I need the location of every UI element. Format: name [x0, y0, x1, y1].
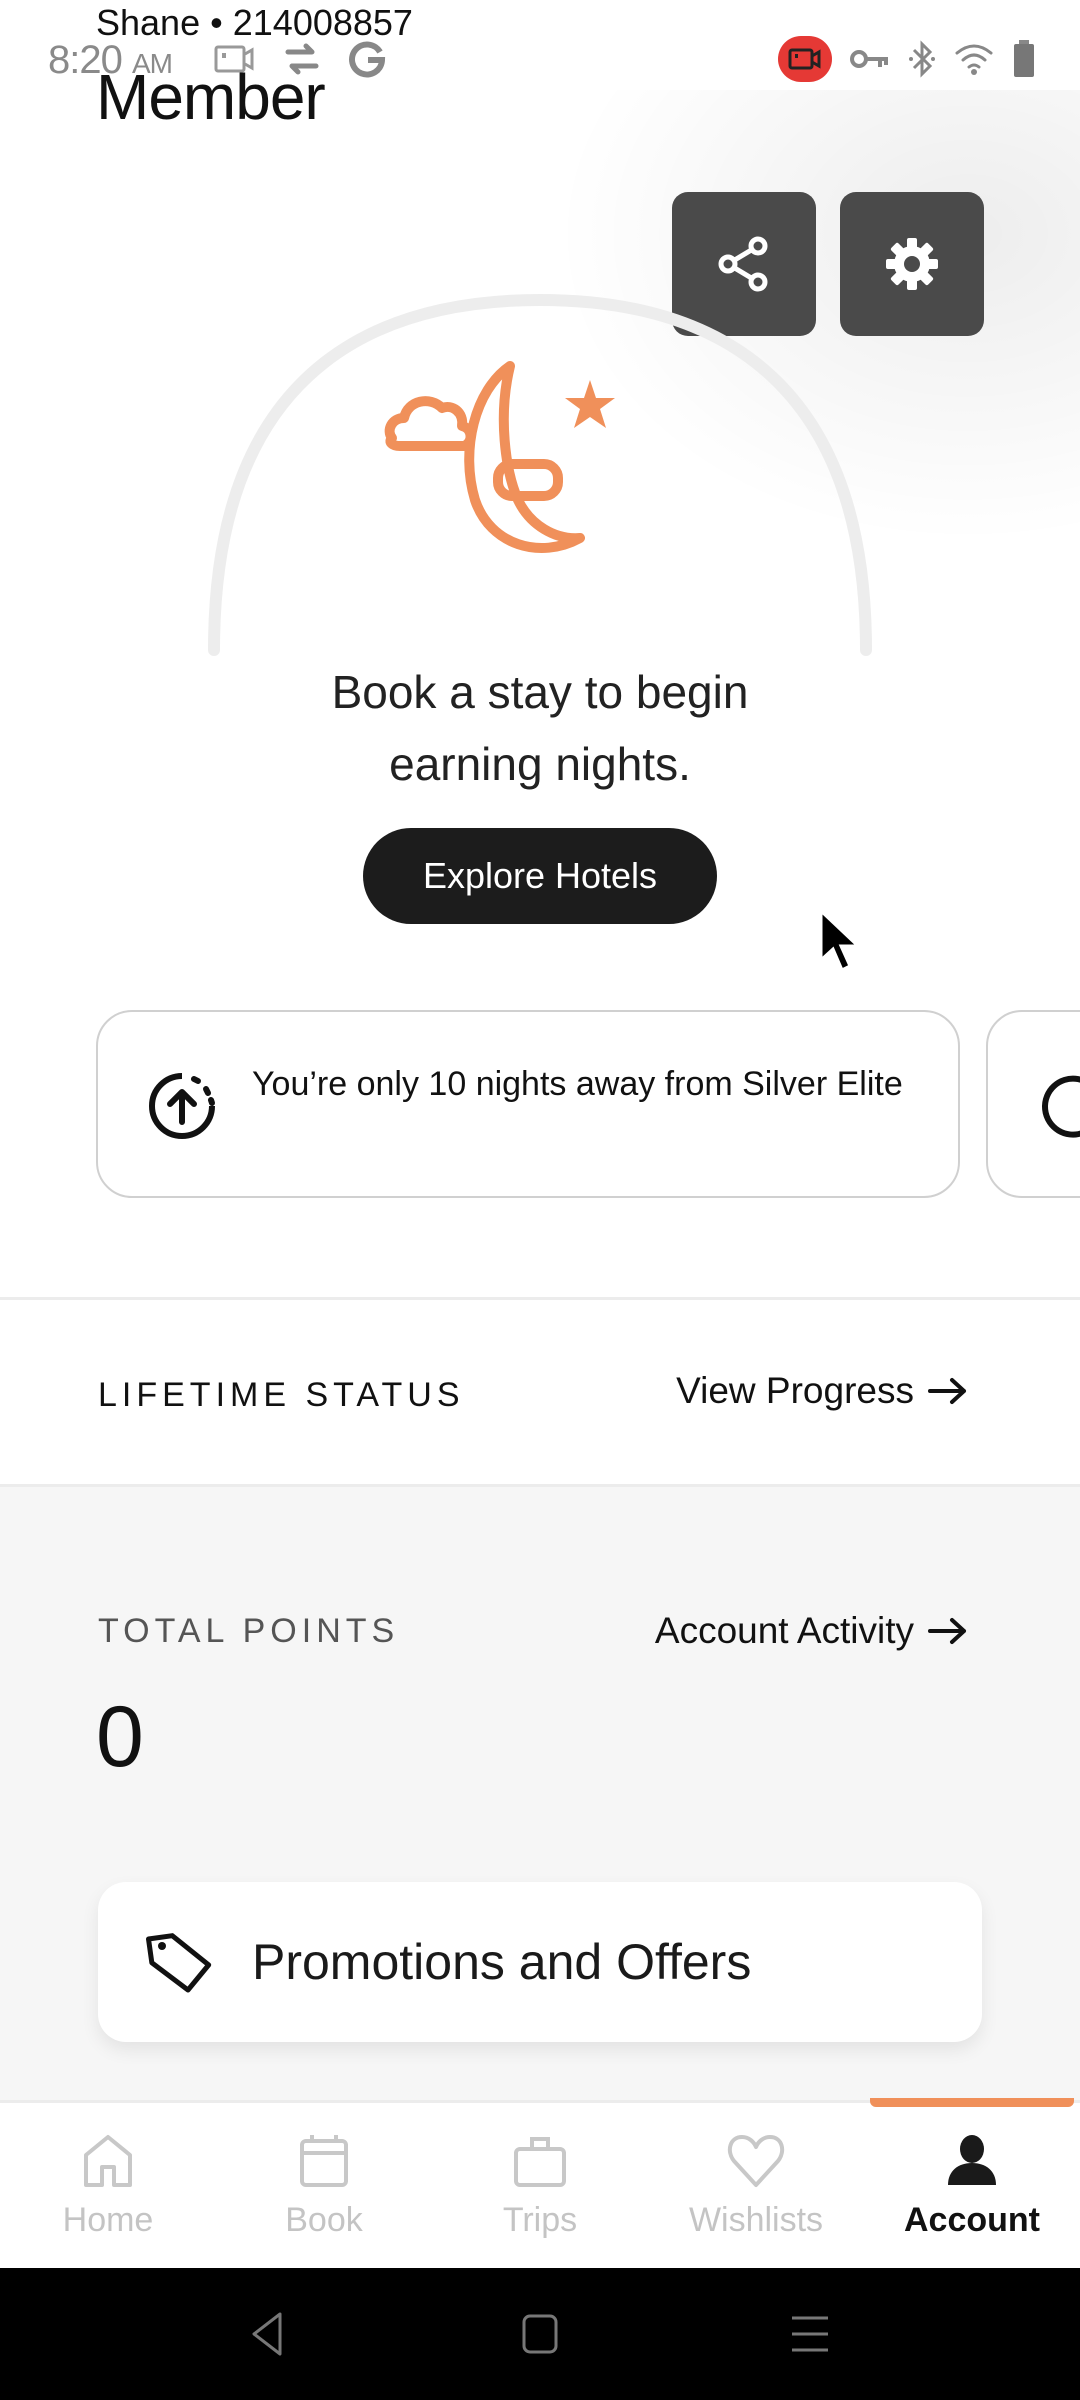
calendar-icon	[300, 2135, 348, 2187]
heart-icon	[727, 2135, 785, 2187]
share-icon	[718, 236, 768, 292]
member-tier: Member	[96, 61, 326, 133]
nav-item-wishlists[interactable]: Wishlists	[648, 2103, 864, 2271]
view-progress-label: View Progress	[676, 1370, 914, 1411]
view-progress-link[interactable]: View Progress	[676, 1370, 968, 1412]
status-right-icons	[778, 36, 1036, 82]
back-icon[interactable]	[248, 2310, 288, 2358]
arrow-right-icon	[928, 1378, 966, 1404]
total-points-value: 0	[96, 1689, 144, 1785]
nav-item-home[interactable]: Home	[0, 2103, 216, 2271]
account-activity-label: Account Activity	[654, 1610, 914, 1651]
lifetime-status-label: LIFETIME STATUS	[98, 1376, 465, 1414]
hero-message-text: Book a stay to begin earning nights.	[331, 666, 749, 790]
mouse-cursor-icon	[819, 908, 862, 973]
nav-active-indicator	[870, 2098, 1074, 2107]
nav-item-trips[interactable]: Trips	[432, 2103, 648, 2271]
arrow-right-icon	[928, 1618, 966, 1644]
bottom-nav: Home Book Trips Wishlists Account	[0, 2100, 1080, 2271]
member-info: Shane • 214008857	[96, 2, 413, 44]
nav-item-book[interactable]: Book	[216, 2103, 432, 2271]
nav-label-trips: Trips	[502, 2201, 578, 2239]
nav-item-account[interactable]: Account	[864, 2103, 1080, 2271]
member-name: Shane	[96, 2, 201, 43]
vpn-key-icon	[850, 50, 888, 68]
promotions-button[interactable]: Promotions and Offers	[98, 1882, 982, 2042]
refresh-icon	[1042, 1075, 1080, 1138]
nav-label-book: Book	[285, 2201, 363, 2239]
section-divider	[0, 1297, 1080, 1300]
tag-icon	[146, 1933, 212, 1993]
home-icon	[84, 2135, 132, 2187]
nav-label-account: Account	[904, 2201, 1040, 2239]
total-points-label: TOTAL POINTS	[98, 1612, 400, 1650]
battery-icon	[1014, 40, 1034, 77]
promotions-label: Promotions and Offers	[252, 1934, 752, 1990]
member-separator: •	[210, 2, 223, 43]
circle-arrow-up-icon	[149, 1073, 215, 1139]
wifi-icon	[955, 44, 993, 75]
nav-label-wishlists: Wishlists	[688, 2201, 824, 2239]
recording-icon	[778, 36, 832, 82]
moon-cloud-star-icon	[384, 361, 615, 553]
recents-icon[interactable]	[790, 2310, 830, 2358]
section-divider	[0, 1484, 1080, 1487]
system-nav-bar	[0, 2268, 1080, 2400]
suitcase-icon	[514, 2137, 566, 2187]
explore-hotels-button[interactable]: Explore Hotels	[363, 828, 717, 924]
progress-card[interactable]: You’re only 10 nights away from Silver E…	[96, 1010, 960, 1198]
gear-icon	[886, 238, 938, 290]
account-activity-link[interactable]: Account Activity	[655, 1610, 968, 1652]
member-number: 214008857	[232, 2, 413, 43]
bluetooth-icon	[909, 40, 935, 78]
hero-message: Book a stay to begin earning nights.	[0, 656, 1080, 800]
progress-card-next[interactable]	[986, 1010, 1080, 1198]
progress-card-text: You’re only 10 nights away from Silver E…	[252, 1065, 903, 1103]
home-square-icon[interactable]	[520, 2310, 560, 2358]
nav-label-home: Home	[62, 2201, 154, 2239]
google-icon	[349, 41, 386, 78]
person-icon	[948, 2135, 996, 2185]
